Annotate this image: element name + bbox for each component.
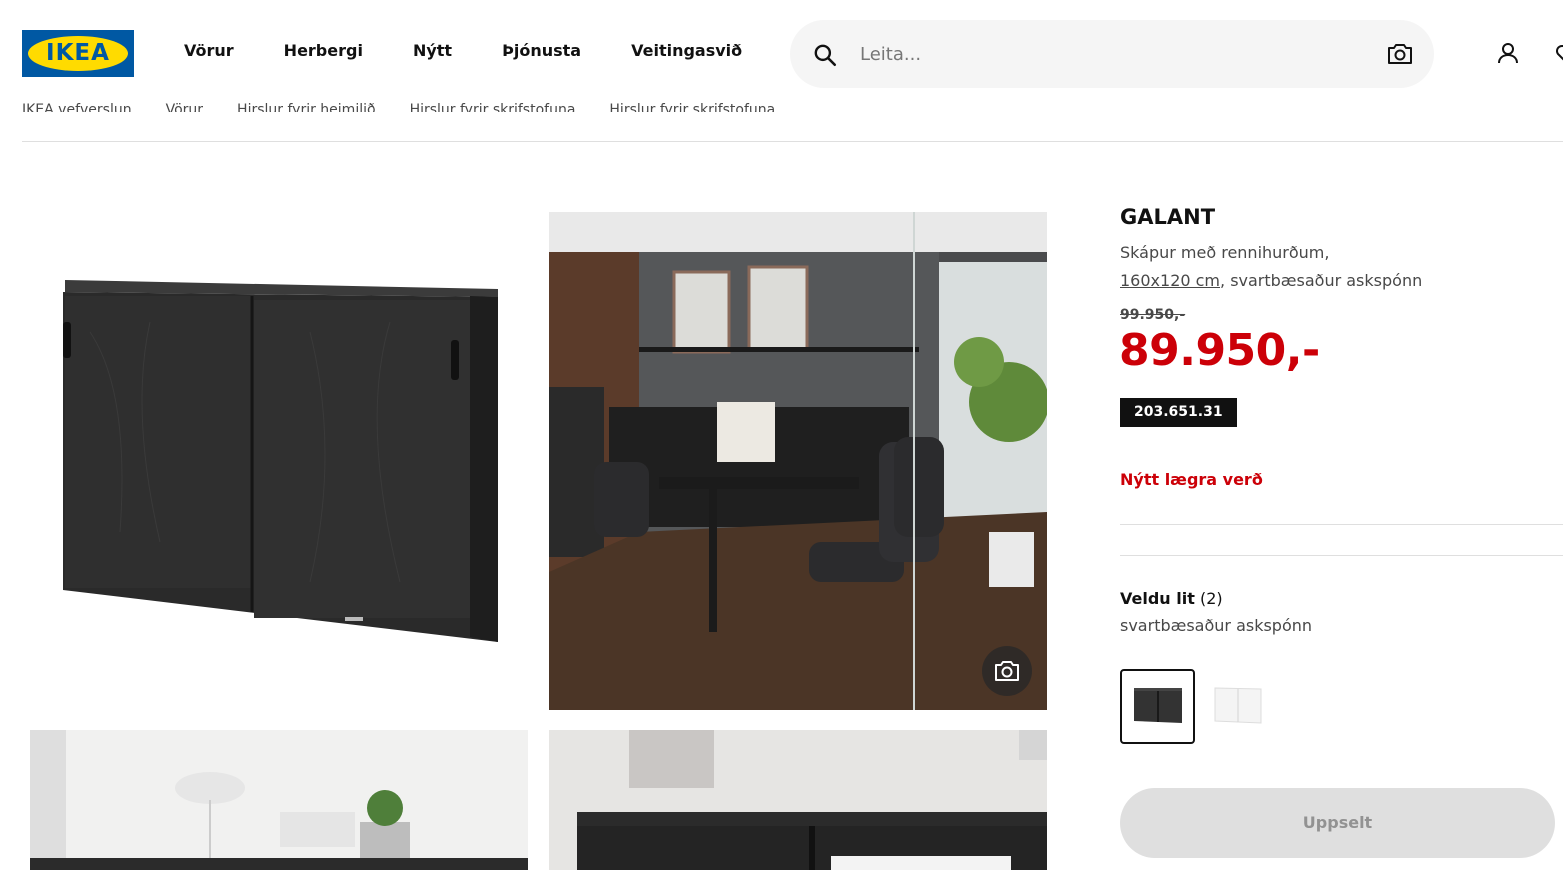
search-icon[interactable]: [812, 42, 838, 68]
product-image-main[interactable]: [30, 212, 528, 710]
camera-icon[interactable]: [1386, 41, 1414, 67]
search-bar[interactable]: [790, 20, 1434, 88]
divider: [1120, 524, 1563, 525]
product-image-living[interactable]: [30, 730, 528, 870]
size-link[interactable]: 160x120 cm: [1120, 271, 1220, 290]
breadcrumb: IKEA vefverslun Vörur Hirslur fyrir heim…: [22, 98, 775, 112]
logo-text: IKEA: [46, 40, 110, 66]
color-label: Veldu lit: [1120, 589, 1195, 608]
nav-item-veitingasvid[interactable]: Veitingasvið: [631, 41, 742, 60]
header-divider: [22, 141, 1563, 142]
divider: [1120, 555, 1563, 556]
breadcrumb-item[interactable]: Hirslur fyrir heimilið: [237, 102, 376, 112]
selected-color-name: svartbæsaður askspónn: [1120, 616, 1313, 635]
search-input[interactable]: [860, 38, 1360, 70]
nav-item-herbergi[interactable]: Herbergi: [284, 41, 363, 60]
nav-item-vorur[interactable]: Vörur: [184, 41, 234, 60]
site-header: IKEA Vörur Herbergi Nýtt Þjónusta Veitin…: [0, 0, 1563, 105]
color-count: (2): [1199, 589, 1223, 608]
main-nav: Vörur Herbergi Nýtt Þjónusta Veitingasvi…: [184, 41, 792, 60]
nav-item-nytt[interactable]: Nýtt: [413, 41, 452, 60]
sold-out-button[interactable]: Uppselt: [1120, 788, 1555, 858]
new-lower-price-label: Nýtt lægra verð: [1120, 470, 1263, 489]
white-cabinet-thumbnail: [1214, 687, 1262, 724]
product-name: GALANT: [1120, 205, 1216, 229]
product-color-suffix: , svartbæsaður askspónn: [1220, 271, 1423, 290]
breadcrumb-item[interactable]: Hirslur fyrir skrifstofuna: [609, 102, 775, 112]
product-image-detail[interactable]: [549, 730, 1047, 870]
color-section-title: Veldu lit (2): [1120, 589, 1223, 608]
black-cabinet-thumbnail: [1134, 688, 1182, 723]
product-description-line2: 160x120 cm, svartbæsaður askspónn: [1120, 271, 1422, 290]
camera-icon: [995, 661, 1019, 681]
old-price: 99.950,-: [1120, 307, 1186, 323]
cabinet-illustration: [63, 280, 498, 642]
color-swatch-black[interactable]: [1120, 669, 1195, 744]
breadcrumb-item[interactable]: IKEA vefverslun: [22, 102, 132, 112]
office-room-illustration: [549, 212, 1047, 710]
user-icon[interactable]: [1495, 40, 1521, 66]
current-price: 89.950,-: [1119, 325, 1320, 376]
product-description: Skápur með rennihurðum,: [1120, 243, 1330, 262]
nav-item-thjonusta[interactable]: Þjónusta: [502, 41, 581, 60]
room-camera-button[interactable]: [982, 646, 1032, 696]
breadcrumb-item[interactable]: Vörur: [166, 102, 203, 112]
color-swatch-white[interactable]: [1203, 669, 1278, 744]
ikea-logo[interactable]: IKEA: [22, 30, 134, 77]
cabinet-detail-illustration: [549, 730, 1047, 870]
product-image-room[interactable]: [549, 212, 1047, 710]
living-room-illustration: [30, 730, 528, 870]
article-number[interactable]: 203.651.31: [1120, 398, 1237, 427]
heart-icon[interactable]: [1553, 40, 1563, 66]
breadcrumb-item[interactable]: Hirslur fyrir skrifstofuna: [410, 102, 576, 112]
